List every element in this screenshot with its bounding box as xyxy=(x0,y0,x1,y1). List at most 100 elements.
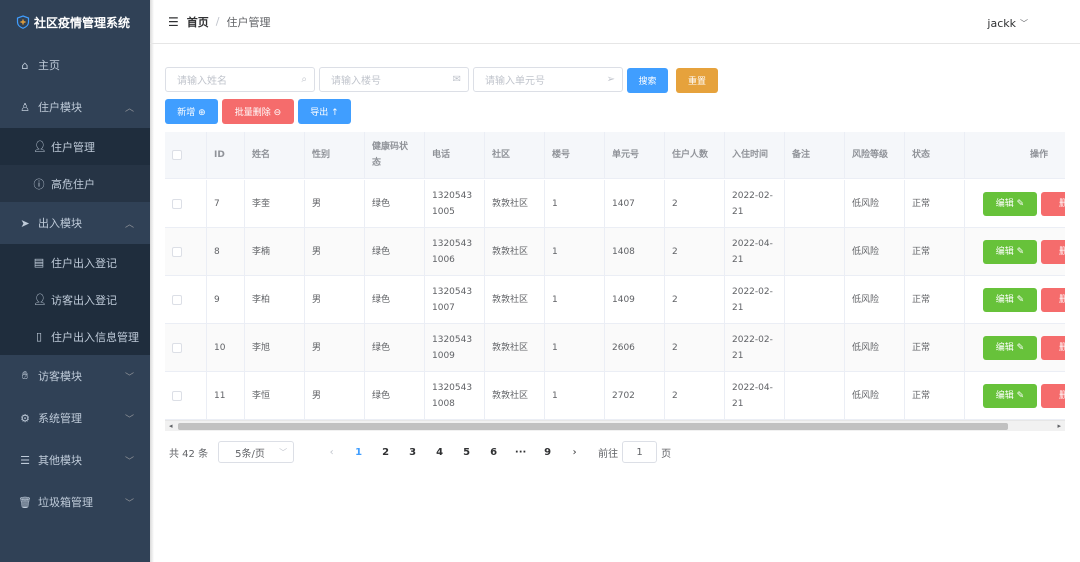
page-ellipsis[interactable]: ··· xyxy=(507,447,534,458)
cell-remark xyxy=(785,180,845,227)
sidebar-item-resident-management[interactable]: 👤︎ 住户管理 xyxy=(0,128,150,165)
header-health: 健康码状态 xyxy=(365,132,425,178)
chevron-down-icon: ﹀ xyxy=(124,372,134,383)
cell-phone: 13205431005 xyxy=(425,180,485,227)
edit-button[interactable]: 编辑 ✎ xyxy=(983,383,1037,408)
scroll-right-icon[interactable]: ▸ xyxy=(1057,422,1061,430)
app-title: 社区疫情管理系统 xyxy=(34,15,131,30)
table-row[interactable]: 8 李楠男绿色 13205431006 敦敦社区 1 1408 2 2022-04-21 低风险… xyxy=(165,228,1065,276)
cell-phone: 13205431009 xyxy=(425,324,485,371)
sidebar-shadow xyxy=(150,0,154,562)
table-row[interactable]: 7 李奎男绿色 13205431005 敦敦社区 1 1407 2 2022-02-21 低风险… xyxy=(165,180,1065,228)
cell-people: 2 xyxy=(665,372,725,419)
app-brand[interactable]: 社区疫情管理系统 xyxy=(0,0,150,44)
batch-delete-button[interactable]: 批量删除 ⊖ xyxy=(222,99,294,124)
goto-page-input[interactable]: 1 xyxy=(622,441,658,463)
page-9[interactable]: 9 xyxy=(534,447,561,458)
page-4[interactable]: 4 xyxy=(426,447,453,458)
page-size-select[interactable]: 5条/页 ﹀ xyxy=(218,441,295,463)
cell-id: 8 xyxy=(207,228,245,275)
header-phone: 电话 xyxy=(425,132,485,178)
sidebar-item-visitor-inout[interactable]: 👤︎ 访客出入登记 xyxy=(0,281,150,318)
sidebar-item-label: 住户出入信息管理 xyxy=(51,330,139,344)
row-checkbox[interactable] xyxy=(172,390,182,401)
scroll-left-icon[interactable]: ◂ xyxy=(169,422,173,430)
building-search-input[interactable]: 请输入楼号 ✉ xyxy=(319,67,469,92)
cell-remark xyxy=(785,372,845,419)
delete-button[interactable]: 删除 xyxy=(1041,335,1065,360)
cell-unit: 2702 xyxy=(605,372,665,419)
menu-other-label: 其他模块 xyxy=(38,454,82,467)
chevron-down-icon: ﹀ xyxy=(279,447,288,457)
chevron-down-icon: ﹀ xyxy=(124,414,134,425)
delete-button[interactable]: 删除 xyxy=(1041,287,1065,312)
menu-home[interactable]: ⌂ 主页 xyxy=(0,44,150,86)
menu-other-module[interactable]: ☰ 其他模块 ﹀ xyxy=(0,439,150,481)
cell-name: 李奎 xyxy=(245,180,305,227)
delete-button[interactable]: 删除 xyxy=(1041,383,1065,408)
chevron-up-icon: ︿ xyxy=(124,103,134,114)
cell-name: 李柏 xyxy=(245,276,305,323)
cell-unit: 1409 xyxy=(605,276,665,323)
trash-icon: 🗑︎ xyxy=(18,495,32,509)
cell-status: 正常 xyxy=(905,324,965,371)
person-icon: 👤︎ xyxy=(33,140,47,153)
header-status: 状态 xyxy=(905,132,965,178)
edit-button[interactable]: 编辑 ✎ xyxy=(983,335,1037,360)
prev-page-button[interactable]: ‹ xyxy=(318,447,345,458)
delete-button[interactable]: 删除 xyxy=(1041,239,1065,264)
horizontal-scrollbar[interactable]: ◂ ▸ xyxy=(165,420,1065,431)
sidebar-item-high-risk[interactable]: ⓘ 高危住户 xyxy=(0,165,150,202)
row-checkbox[interactable] xyxy=(172,342,182,353)
shield-logo-icon xyxy=(16,15,30,29)
select-all-checkbox[interactable] xyxy=(172,150,182,160)
edit-button[interactable]: 编辑 ✎ xyxy=(983,191,1037,216)
add-button[interactable]: 新增 ⊕ xyxy=(165,99,218,124)
name-search-input[interactable]: 请输入姓名 ⌕ xyxy=(165,67,315,92)
actions-cell: 编辑 ✎删除 xyxy=(965,276,1065,323)
menu-resident-module[interactable]: ♙ 住户模块 ︿ xyxy=(0,86,150,128)
cell-status: 正常 xyxy=(905,228,965,275)
sidebar-item-resident-inout[interactable]: ▤ 住户出入登记 xyxy=(0,244,150,281)
edit-button[interactable]: 编辑 ✎ xyxy=(983,287,1037,312)
table-row[interactable]: 9 李柏男绿色 13205431007 敦敦社区 1 1409 2 2022-02-21 低风险… xyxy=(165,276,1065,324)
header-gender: 性别 xyxy=(305,132,365,178)
page-2[interactable]: 2 xyxy=(372,447,399,458)
header-unit: 单元号 xyxy=(605,132,665,178)
breadcrumb-home[interactable]: 首页 xyxy=(187,14,209,30)
hamburger-icon[interactable]: ☰ xyxy=(168,15,179,29)
reset-button[interactable]: 重置 xyxy=(676,68,718,93)
cell-remark xyxy=(785,324,845,371)
page-6[interactable]: 6 xyxy=(480,447,507,458)
document-icon: ▤ xyxy=(33,256,45,269)
menu-trash-label: 垃圾箱管理 xyxy=(38,496,93,509)
edit-button[interactable]: 编辑 ✎ xyxy=(983,239,1037,264)
sidebar-item-inout-info[interactable]: ▯ 住户出入信息管理 xyxy=(0,318,150,355)
table-row[interactable]: 11 李恒男绿色 13205431008 敦敦社区 1 2702 2 2022-04-21 低风… xyxy=(165,372,1065,420)
menu-inout-label: 出入模块 xyxy=(38,217,82,230)
user-dropdown[interactable]: jackk ﹀ xyxy=(987,17,1028,30)
sidebar-item-label: 访客出入登记 xyxy=(51,293,117,307)
row-checkbox[interactable] xyxy=(172,246,182,257)
page-5[interactable]: 5 xyxy=(453,447,480,458)
mail-icon: ✉ xyxy=(452,74,461,85)
row-checkbox[interactable] xyxy=(172,198,182,209)
person-icon: 👤︎ xyxy=(33,293,47,306)
page-1[interactable]: 1 xyxy=(345,447,372,458)
table-row[interactable]: 10 李旭男绿色 13205431009 敦敦社区 1 2606 2 2022-02-21 低风… xyxy=(165,324,1065,372)
unit-search-input[interactable]: 请输入单元号 ➢ xyxy=(473,67,623,92)
scroll-thumb[interactable] xyxy=(178,423,1008,430)
menu-system-module[interactable]: ⚙ 系统管理 ﹀ xyxy=(0,397,150,439)
menu-visitor-module[interactable]: ✋︎ 访客模块 ﹀ xyxy=(0,355,150,397)
menu-inout-module[interactable]: ➤ 出入模块 ︿ xyxy=(0,202,150,244)
page-3[interactable]: 3 xyxy=(399,447,426,458)
gear-icon: ⚙ xyxy=(20,411,30,425)
next-page-button[interactable]: › xyxy=(561,447,588,458)
row-checkbox[interactable] xyxy=(172,294,182,305)
header-id: ID xyxy=(207,132,245,178)
search-button[interactable]: 搜索 xyxy=(627,68,668,93)
cell-risk: 低风险 xyxy=(845,228,905,275)
export-button[interactable]: 导出 ↑ xyxy=(298,99,351,124)
delete-button[interactable]: 删除 xyxy=(1041,191,1065,216)
menu-trash-module[interactable]: 🗑︎ 垃圾箱管理 ﹀ xyxy=(0,481,150,523)
